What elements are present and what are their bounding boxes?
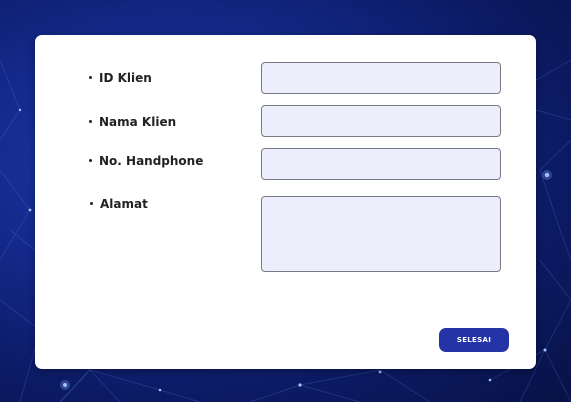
label-nama-klien-text: Nama Klien [99,115,177,129]
bullet-icon [89,120,92,123]
label-id-klien-text: ID Klien [99,71,152,85]
bullet-icon [89,76,92,79]
label-nama-klien: Nama Klien [89,115,176,129]
selesai-button[interactable]: SELESAI [439,328,509,352]
id-klien-input[interactable] [261,62,501,94]
bullet-icon [89,159,92,162]
label-id-klien: ID Klien [89,71,152,85]
alamat-textarea[interactable] [261,196,501,272]
label-no-handphone: No. Handphone [89,154,203,168]
nama-klien-input[interactable] [261,105,501,137]
no-handphone-input[interactable] [261,148,501,180]
label-alamat-text: Alamat [100,197,148,211]
bullet-icon [90,202,93,205]
label-alamat: Alamat [90,197,148,211]
label-no-handphone-text: No. Handphone [99,154,204,168]
client-form-card: ID Klien Nama Klien No. Handphone Alamat… [35,35,536,369]
